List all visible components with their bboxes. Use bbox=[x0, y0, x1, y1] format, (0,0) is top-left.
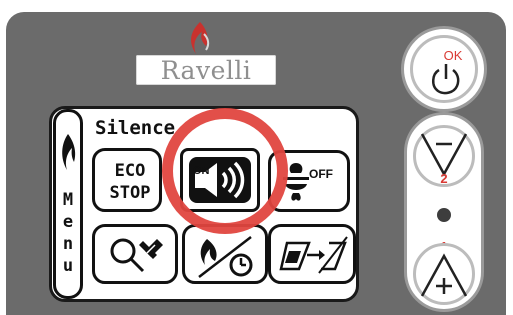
flame-mini-icon bbox=[62, 134, 76, 170]
eco-stop-button[interactable]: ECO STOP bbox=[92, 148, 162, 212]
brand-name: Ravelli bbox=[160, 56, 252, 85]
ok-label: OK bbox=[443, 48, 463, 63]
screen-title: Silence bbox=[95, 117, 176, 139]
stop-label: STOP bbox=[109, 183, 151, 203]
button-number-2: 2 bbox=[440, 171, 448, 186]
flame-icon bbox=[191, 22, 210, 54]
sound-on-label: ON bbox=[193, 165, 210, 177]
fan-off-label: OFF bbox=[309, 167, 333, 181]
menu-letter: n bbox=[62, 234, 74, 254]
logo: Ravelli bbox=[136, 55, 276, 85]
plus-icon bbox=[420, 253, 468, 297]
eco-label: ECO bbox=[114, 161, 146, 181]
cleaning-icon bbox=[279, 236, 348, 274]
adjust-pill: 2 1 bbox=[404, 112, 484, 312]
flame-clock-icon bbox=[198, 236, 253, 278]
plus-button[interactable] bbox=[413, 243, 475, 305]
menu-letter: M bbox=[62, 190, 74, 210]
menu-letter: u bbox=[62, 256, 74, 276]
cleaning-button[interactable] bbox=[268, 224, 356, 284]
ok-power-button[interactable]: OK bbox=[401, 26, 487, 112]
menu-tab[interactable]: M e n u bbox=[53, 109, 83, 299]
menu-letter: e bbox=[62, 212, 74, 232]
power-icon bbox=[432, 64, 460, 95]
status-led bbox=[437, 208, 451, 222]
tools-settings-button[interactable] bbox=[92, 224, 178, 284]
highlight-ring bbox=[162, 108, 288, 234]
search-tools-icon bbox=[110, 238, 163, 273]
ok-button-inner: OK bbox=[410, 35, 478, 103]
